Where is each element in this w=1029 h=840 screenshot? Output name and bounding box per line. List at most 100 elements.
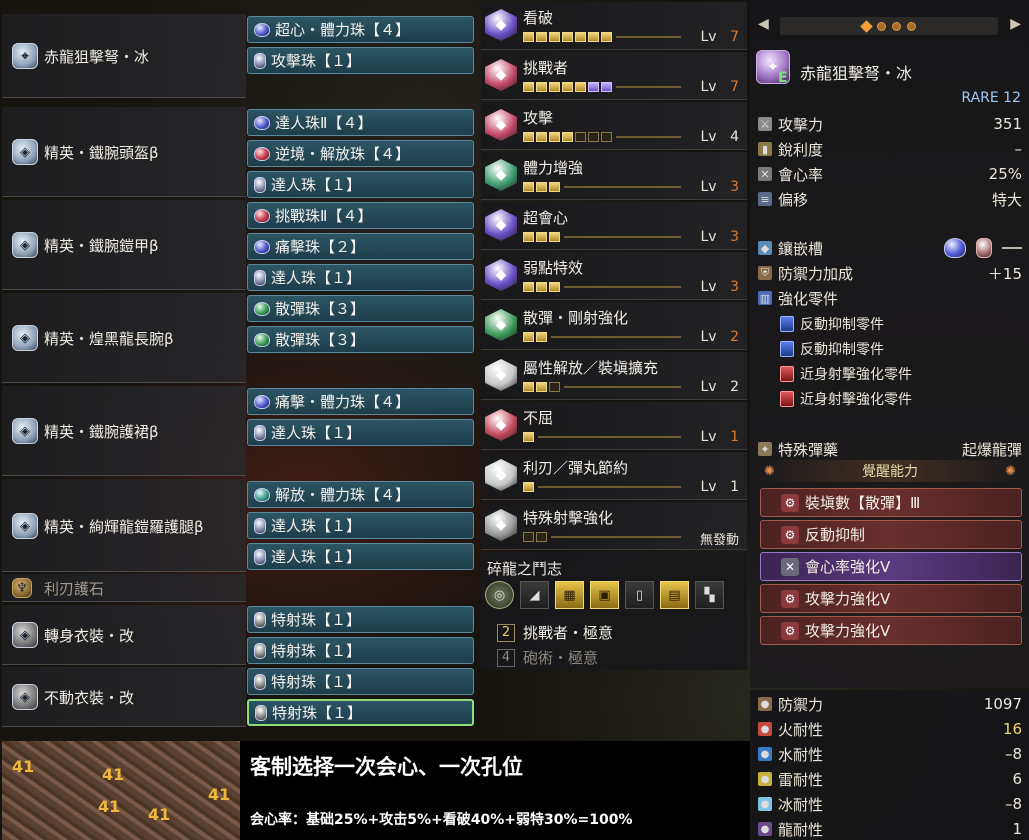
equipment-slot[interactable]: ◈ 精英・煌黑龍長腕β [2,293,246,383]
equipment-slot[interactable]: ♆ 利刃護石 [2,574,246,602]
skill-pip [562,132,573,142]
equipment-slot[interactable]: ◈ 精英・絢輝龍鎧羅護腿β [2,479,246,572]
skill-level-bar [523,81,614,93]
decoration-slot[interactable]: 達人珠Ⅱ【４】 [247,109,474,136]
page-dot[interactable] [877,21,886,31]
skill-row[interactable]: ◆ 弱點特效 Lv 3 [481,252,747,300]
equipment-name: 精英・鐵腕鎧甲β [44,237,159,255]
affinity-icon: ✕ [758,167,772,181]
decoration-slot[interactable]: 達人珠【１】 [247,419,474,446]
skill-pip [575,32,586,42]
defense-icon: ● [758,697,772,711]
skill-pip [601,32,612,42]
equipment-name: 精英・絢輝龍鎧羅護腿β [44,518,204,536]
skill-row[interactable]: ◆ 利刃／彈丸節約 Lv 1 [481,452,747,500]
decoration-slot[interactable]: 解放・體力珠【４】 [247,481,474,508]
decoration-slot[interactable]: 達人珠【１】 [247,543,474,570]
skill-track-line [616,36,681,38]
equipment-slot[interactable]: ⌖ 赤龍狙擊弩・冰 [2,14,246,98]
skill-pip [523,232,534,242]
skill-name: 散彈・剛射強化 [523,309,629,327]
stat-deviation: ≡ 偏移 特大 [758,188,1022,210]
skill-name: 體力增強 [523,159,584,177]
page-dot-active[interactable] [860,19,873,33]
skill-row[interactable]: ◆ 挑戰者 Lv 7 [481,52,747,100]
equipment-slot[interactable]: ◈ 轉身衣裝・改 [2,605,246,665]
water-icon: ● [758,747,772,761]
decoration-slot[interactable]: 痛擊・體力珠【４】 [247,388,474,415]
skill-pip [536,132,547,142]
slot-gem-small-icon[interactable] [976,238,992,258]
skill-level: Lv 2 [700,329,739,345]
decoration-slot[interactable]: 達人珠【１】 [247,171,474,198]
defense-stat-label: 防禦力 [778,695,824,714]
awakening-ability[interactable]: ⚙ 攻擊力強化Ⅴ [760,616,1022,645]
skill-row[interactable]: ◆ 屬性解放／裝塡擴充 Lv 2 [481,352,747,400]
decoration-gem-icon [255,704,267,721]
awakening-ability[interactable]: ✕ 會心率強化Ⅴ [760,552,1022,581]
set-piece-chest-icon: ▦ [555,581,584,609]
skill-row[interactable]: ◆ 不屈 Lv 1 [481,402,747,450]
skill-pip [523,82,534,92]
awakening-ability[interactable]: ⚙ 裝塡數【散彈】Ⅲ [760,488,1022,517]
skill-row[interactable]: ◆ 體力增強 Lv 3 [481,152,747,200]
dragon-icon: ● [758,822,772,836]
decoration-slot[interactable]: 攻擊珠【１】 [247,47,474,74]
decoration-slot[interactable]: 散彈珠【３】 [247,326,474,353]
page-dot[interactable] [892,21,901,31]
skill-pip [536,82,547,92]
decoration-slot[interactable]: 逆境・解放珠【４】 [247,140,474,167]
awakening-ability[interactable]: ⚙ 攻擊力強化Ⅴ [760,584,1022,613]
defense-stat-row: ● 防禦力 1097 [758,693,1022,715]
skill-row[interactable]: ◆ 超會心 Lv 3 [481,202,747,250]
set-skill-name: 砲術・極意 [523,649,599,667]
decoration-slot[interactable]: 特射珠【１】 [247,668,474,695]
skill-level: Lv 7 [700,29,739,45]
skill-row[interactable]: ◆ 特殊射擊強化 無發動 [481,502,747,550]
skill-track-line [564,236,681,238]
custom-part: 反動抑制零件 [780,314,884,334]
decoration-slot[interactable]: 散彈珠【３】 [247,295,474,322]
decoration-gem-icon [254,239,270,254]
map-number: 41 [148,805,171,824]
awakening-ability[interactable]: ⚙ 反動抑制 [760,520,1022,549]
prev-arrow-icon[interactable]: ◀ [758,16,769,32]
decoration-slot[interactable]: 挑戰珠Ⅱ【４】 [247,202,474,229]
decoration-label: 超心・體力珠【４】 [275,21,411,39]
decoration-label: 達人珠【１】 [271,269,362,287]
decoration-slot[interactable]: 特射珠【１】 [247,637,474,664]
skill-name: 利刃／彈丸節約 [523,459,629,477]
equipment-slot[interactable]: ◈ 不動衣裝・改 [2,667,246,727]
defense-stat-row: ● 火耐性 16 [758,718,1022,740]
ice-icon: ● [758,797,772,811]
skill-pip [523,432,534,442]
skill-pip [523,332,534,342]
skill-level-bar [523,181,562,193]
decoration-slot[interactable]: 達人珠【１】 [247,512,474,539]
decoration-label: 逆境・解放珠【４】 [275,145,411,163]
page-dot[interactable] [907,21,916,31]
slot-gem-icon[interactable] [944,238,966,258]
slot-empty-marker[interactable] [1002,247,1022,249]
equipment-slot[interactable]: ◈ 精英・鐵腕鎧甲β [2,200,246,290]
equipment-slot[interactable]: ◈ 精英・鐵腕頭盔β [2,107,246,197]
equipment-slot[interactable]: ◈ 精英・鐵腕護裙β [2,386,246,476]
skill-row[interactable]: ◆ 攻擊 Lv 4 [481,102,747,150]
skill-level: Lv 3 [700,229,739,245]
next-arrow-icon[interactable]: ▶ [1010,16,1021,32]
skill-row[interactable]: ◆ 看破 Lv 7 [481,2,747,50]
awaken-header: ✺ 覺醒能力 ✺ [758,460,1022,482]
decoration-slot[interactable]: 痛擊珠【２】 [247,233,474,260]
skill-pip [536,32,547,42]
decoration-slot[interactable]: 超心・體力珠【４】 [247,16,474,43]
part-blue-icon [780,316,794,332]
decoration-slot[interactable]: 達人珠【１】 [247,264,474,291]
stat-sharpness: ▮ 銳利度 – [758,138,1022,160]
equipment-panel: ⌖ 赤龍狙擊弩・冰 超心・體力珠【４】攻擊珠【１】 ◈ 精英・鐵腕頭盔β 達人珠Ⅱ【４】逆… [0,0,478,740]
decoration-gem-icon [254,115,270,130]
decoration-slot[interactable]: 特射珠【１】 [247,606,474,633]
skill-name: 弱點特效 [523,259,584,277]
decoration-slot[interactable]: 特射珠【１】 [247,699,474,726]
set-skill-2: 4 砲術・極意 [497,647,598,668]
skill-row[interactable]: ◆ 散彈・剛射強化 Lv 2 [481,302,747,350]
